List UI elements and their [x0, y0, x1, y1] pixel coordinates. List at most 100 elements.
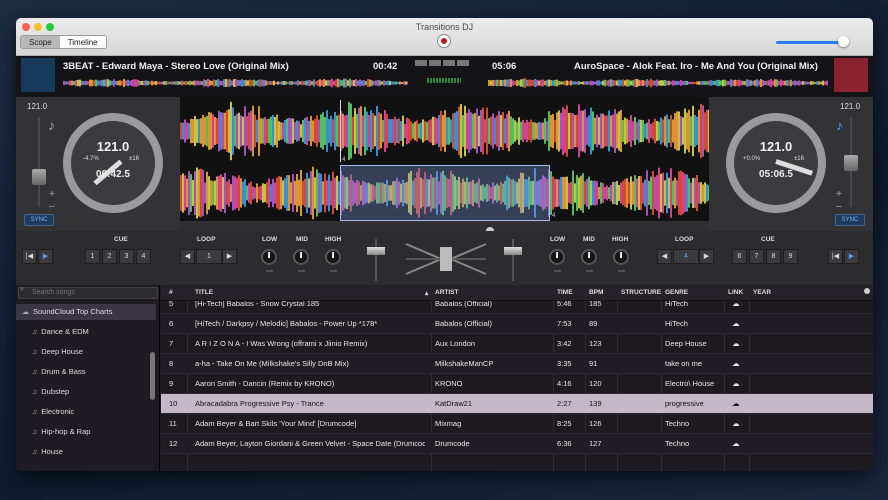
- waveform-segment: [706, 81, 708, 85]
- left-play-button[interactable]: ▶: [38, 249, 53, 264]
- scope-tab[interactable]: Scope: [21, 36, 60, 48]
- cell-title: Aaron Smith - Dancin (Remix by KRONO): [195, 379, 335, 388]
- sidebar-item-electronic[interactable]: ♫ Electronic: [16, 404, 156, 420]
- col-header-genre[interactable]: GENRE: [665, 289, 688, 296]
- left-mid-knob[interactable]: [293, 249, 309, 265]
- table-row[interactable]: 10 Abracadabra Progressive Psy - Trance Ka…: [161, 394, 873, 414]
- waveform-segment: [256, 183, 258, 203]
- waveform-segment: [244, 106, 246, 156]
- col-header-structure[interactable]: STRUCTURE: [621, 289, 661, 296]
- timeline-tab[interactable]: Timeline: [59, 36, 106, 48]
- cloud-link-icon[interactable]: ☁: [732, 319, 748, 328]
- waveform-segment: [532, 122, 534, 140]
- sidebar-item-house[interactable]: ♫ House: [16, 444, 156, 460]
- search-input[interactable]: Search songs: [18, 287, 158, 299]
- table-row[interactable]: 7 A R I Z O N A - I Was Wrong (offrami x …: [161, 334, 873, 354]
- right-loop-prev[interactable]: ◀: [657, 249, 672, 264]
- right-high-knob[interactable]: [613, 249, 629, 265]
- sidebar-item-soundcloud-top-charts[interactable]: ☁ SoundCloud Top Charts: [16, 304, 156, 320]
- sort-ascending-icon: ▴: [425, 290, 429, 297]
- left-pitch-fader[interactable]: [32, 169, 46, 185]
- left-prev-button[interactable]: |◀: [22, 249, 37, 264]
- left-overview-waveform[interactable]: [63, 78, 408, 88]
- master-volume-knob[interactable]: [838, 36, 849, 47]
- right-channel-fader[interactable]: [504, 247, 522, 255]
- waveform-segment: [442, 115, 444, 147]
- right-play-button[interactable]: ▶: [844, 249, 859, 264]
- left-pitch-minus[interactable]: –: [49, 201, 55, 212]
- waveform-segment: [291, 81, 293, 85]
- waveform-segment: [362, 115, 364, 147]
- record-button[interactable]: [437, 34, 451, 48]
- waveform-segment: [328, 174, 330, 212]
- waveform-segment: [236, 178, 238, 208]
- waveform-segment: [666, 80, 668, 86]
- left-deck-waveform[interactable]: [180, 100, 709, 162]
- left-jog-wheel[interactable]: 121.0 -4.7% ±16 00:42.5: [63, 113, 163, 213]
- left-cue-1[interactable]: 1: [85, 249, 100, 264]
- table-scrollbar[interactable]: [864, 288, 870, 294]
- col-header-artist[interactable]: ARTIST: [435, 289, 458, 296]
- table-row[interactable]: 5 [Hi-Tech] Babalos - Snow Crystal 185 Bab…: [161, 301, 873, 314]
- table-row[interactable]: 11 Adam Beyer & Bart Skils 'Your Mind' [D…: [161, 414, 873, 434]
- sidebar-item-drum-bass[interactable]: ♫ Drum & Bass: [16, 364, 156, 380]
- right-cue-9[interactable]: 9: [783, 249, 798, 264]
- left-sync-button[interactable]: SYNC: [24, 214, 54, 226]
- waveform-segment: [664, 116, 666, 146]
- right-cue-7[interactable]: 7: [749, 249, 764, 264]
- left-low-knob[interactable]: [261, 249, 277, 265]
- col-header-title[interactable]: TITLE: [195, 289, 213, 296]
- left-loop-prev[interactable]: ◀: [180, 249, 195, 264]
- cloud-link-icon[interactable]: ☁: [732, 359, 748, 368]
- table-row[interactable]: 6 [HiTech / Darkpsy / Melodic] Babalos - …: [161, 314, 873, 334]
- right-pitch-plus[interactable]: +: [836, 189, 842, 200]
- cell-title: Adam Beyer, Layton Giordani & Green Velv…: [195, 439, 425, 448]
- left-loop-size[interactable]: 1: [196, 249, 222, 264]
- left-pitch-plus[interactable]: +: [49, 189, 55, 200]
- table-row[interactable]: 9 Aaron Smith - Dancin (Remix by KRONO) KR…: [161, 374, 873, 394]
- left-channel-fader[interactable]: [367, 247, 385, 255]
- left-cue-2[interactable]: 2: [102, 249, 117, 264]
- cloud-link-icon[interactable]: ☁: [732, 419, 748, 428]
- right-sync-button[interactable]: SYNC: [835, 214, 865, 226]
- left-loop-next[interactable]: ▶: [222, 249, 237, 264]
- waveform-segment: [260, 118, 262, 144]
- sidebar-item-dubstep[interactable]: ♫ Dubstep: [16, 384, 156, 400]
- left-high-knob[interactable]: [325, 249, 341, 265]
- cloud-link-icon[interactable]: ☁: [732, 339, 748, 348]
- loop-selection-region[interactable]: [340, 165, 550, 221]
- left-cue-4[interactable]: 4: [136, 249, 151, 264]
- right-cue-6[interactable]: 6: [732, 249, 747, 264]
- cloud-link-icon[interactable]: ☁: [732, 301, 748, 308]
- right-pitch-minus[interactable]: –: [836, 201, 842, 212]
- sidebar-item-hip-hop-rap[interactable]: ♫ Hip-hop & Rap: [16, 424, 156, 440]
- table-row[interactable]: 12 Adam Beyer, Layton Giordani & Green Ve…: [161, 434, 873, 454]
- waveform-segment: [678, 111, 680, 151]
- right-prev-button[interactable]: |◀: [828, 249, 843, 264]
- right-overview-waveform[interactable]: [488, 78, 828, 88]
- right-pitch-fader[interactable]: [844, 155, 858, 171]
- right-low-knob[interactable]: [549, 249, 565, 265]
- right-loop-next[interactable]: ▶: [699, 249, 714, 264]
- cloud-link-icon[interactable]: ☁: [732, 399, 748, 408]
- col-header-year[interactable]: YEAR: [753, 289, 771, 296]
- sidebar-scrollbar[interactable]: [150, 352, 155, 400]
- sidebar-item-deep-house[interactable]: ♫ Deep House: [16, 344, 156, 360]
- col-header-time[interactable]: TIME: [557, 289, 573, 296]
- crossfader[interactable]: [401, 239, 491, 279]
- cloud-link-icon[interactable]: ☁: [732, 379, 748, 388]
- table-row[interactable]: 8 a-ha - Take On Me (Milkshake's Silly Dn…: [161, 354, 873, 374]
- right-cue-8[interactable]: 8: [766, 249, 781, 264]
- col-header-link[interactable]: LINK: [728, 289, 743, 296]
- sidebar-item-dance-edm[interactable]: ♫ Dance & EDM: [16, 324, 156, 340]
- main-waveform-display[interactable]: 4 4: [180, 97, 709, 221]
- right-loop-size[interactable]: 4: [673, 249, 699, 264]
- col-header-num[interactable]: #: [169, 289, 173, 296]
- right-jog-wheel[interactable]: 121.0 +0.0% ±16 05:06.5: [726, 113, 826, 213]
- left-cue-3[interactable]: 3: [119, 249, 134, 264]
- waveform-segment: [391, 81, 393, 85]
- right-mid-knob[interactable]: [581, 249, 597, 265]
- cloud-link-icon[interactable]: ☁: [732, 439, 748, 448]
- waveform-segment: [210, 180, 212, 206]
- col-header-bpm[interactable]: BPM: [589, 289, 603, 296]
